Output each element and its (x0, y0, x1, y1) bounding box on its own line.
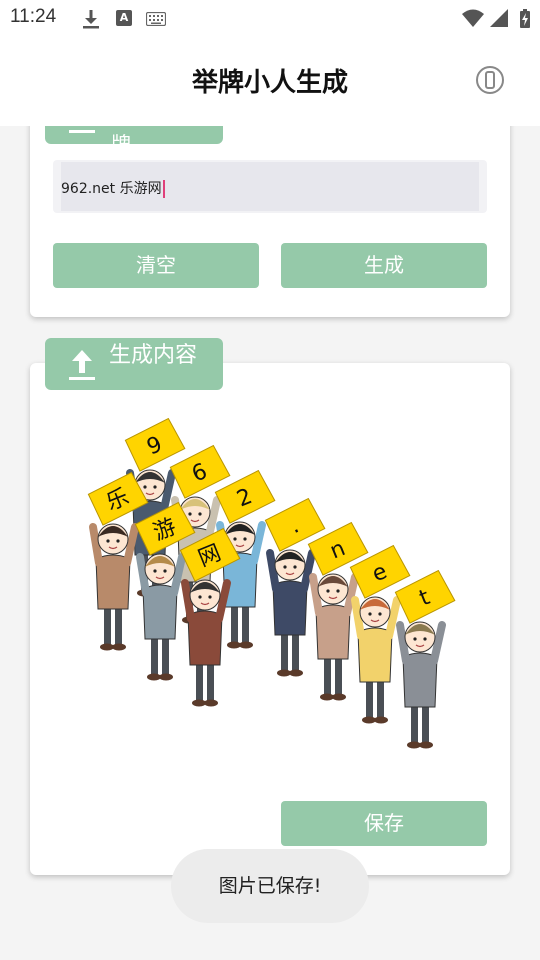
sign-figure: t (394, 569, 456, 749)
status-bar: 11:24 A (0, 0, 540, 36)
generated-sign-image: 962乐.游n网et (87, 417, 456, 749)
battery-charging-icon (520, 9, 530, 28)
signal-icon (490, 9, 508, 27)
sign-text-input[interactable]: 962.net 乐游网 (53, 160, 487, 213)
save-button[interactable]: 保存 (281, 801, 487, 846)
download-icon (83, 10, 99, 29)
output-card-tag-label: 生成内容 (109, 343, 198, 368)
generate-button[interactable]: 生成 (281, 243, 487, 288)
sign-text-input-value: 962.net 乐游网 (61, 178, 165, 198)
text-caret (162, 180, 165, 198)
clear-button[interactable]: 清空 (53, 243, 259, 288)
keyboard-icon (146, 12, 166, 26)
sign-text-input-field[interactable]: 962.net 乐游网 (61, 162, 479, 211)
status-time: 11:24 (10, 6, 57, 27)
page-title: 举牌小人生成 (191, 68, 348, 98)
tag-bar-icon (69, 130, 95, 133)
saved-toast: 图片已保存! (171, 849, 369, 923)
output-card-tag: 生成内容 (45, 338, 223, 390)
font-icon: A (116, 10, 132, 26)
upload-icon (69, 350, 95, 380)
app-bar: 举牌小人生成 (0, 36, 540, 126)
info-icon[interactable] (476, 66, 504, 94)
wifi-icon (462, 9, 484, 27)
input-card-tag-label: 牌 (111, 132, 131, 156)
